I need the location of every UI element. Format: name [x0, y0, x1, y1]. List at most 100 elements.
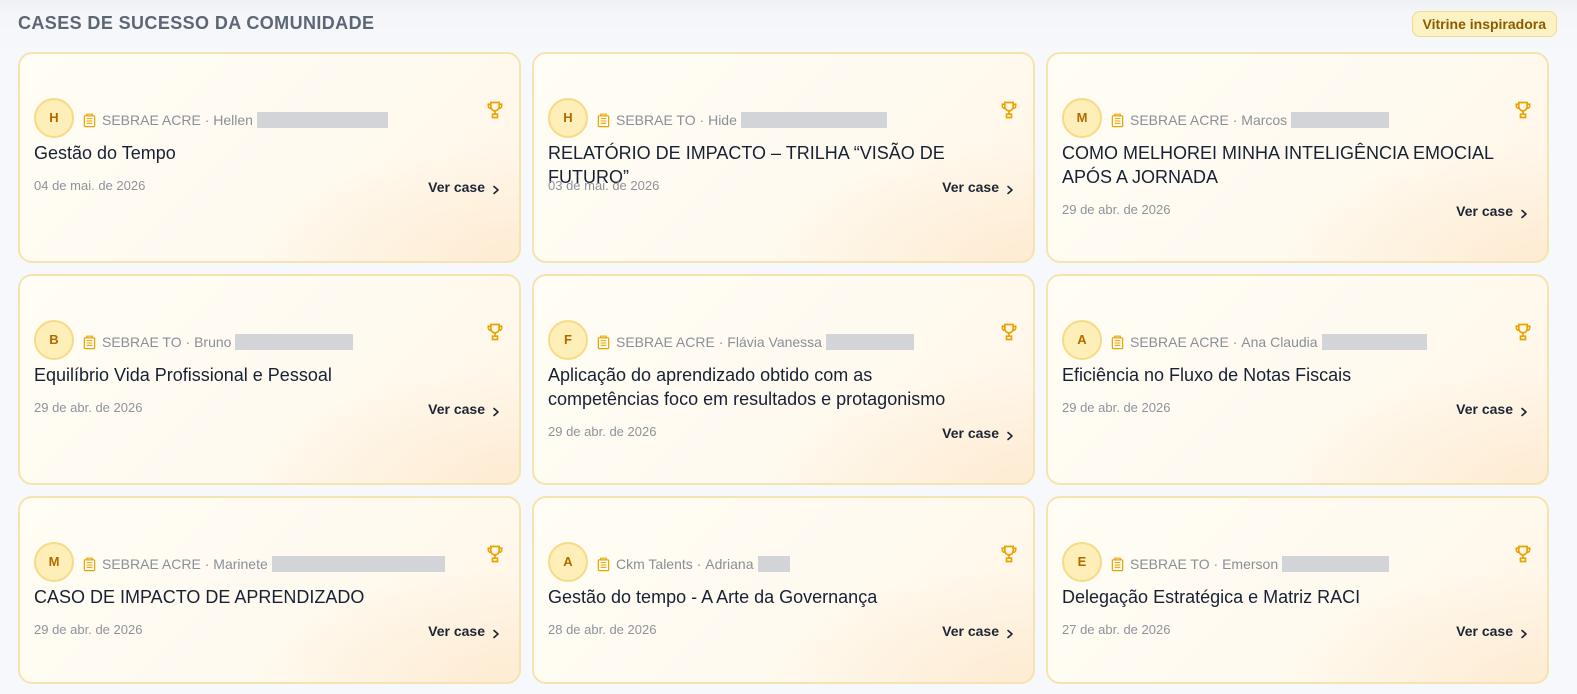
- view-case-label: Ver case: [942, 425, 999, 441]
- view-case-link[interactable]: Ver case: [428, 401, 501, 417]
- author-name: Marcos: [1241, 112, 1288, 128]
- view-case-link[interactable]: Ver case: [942, 425, 1015, 441]
- case-meta: SEBRAE TO · Bruno: [82, 333, 354, 351]
- meta-separator: ·: [1209, 556, 1223, 572]
- case-meta: SEBRAE ACRE · Marcos: [1110, 111, 1390, 129]
- redacted-surname: [271, 556, 445, 572]
- building-icon: [596, 113, 611, 128]
- chevron-right-icon: [491, 182, 501, 195]
- building-icon: [82, 113, 97, 128]
- avatar: F: [548, 320, 588, 360]
- trophy-icon: [999, 322, 1019, 342]
- meta-separator: ·: [714, 334, 728, 350]
- redacted-surname: [235, 334, 354, 350]
- case-title[interactable]: CASO DE IMPACTO DE APRENDIZADO: [34, 585, 474, 609]
- org-name: SEBRAE ACRE: [102, 112, 201, 128]
- view-case-label: Ver case: [428, 179, 485, 195]
- view-case-label: Ver case: [428, 401, 485, 417]
- chevron-right-icon: [1005, 182, 1015, 195]
- case-title[interactable]: Delegação Estratégica e Matriz RACI: [1062, 585, 1502, 609]
- avatar: B: [34, 320, 74, 360]
- case-card[interactable]: M SEBRAE ACRE · Marinete CASO DE IMPACTO D…: [18, 496, 521, 684]
- author-name: Ana Claudia: [1241, 334, 1318, 350]
- meta-separator: ·: [200, 112, 214, 128]
- case-meta: SEBRAE TO · Emerson: [1110, 555, 1390, 573]
- case-date: 28 de abr. de 2026: [548, 622, 657, 637]
- case-card[interactable]: F SEBRAE ACRE · Flávia Vanessa Aplicação d…: [532, 274, 1035, 485]
- case-card[interactable]: E SEBRAE TO · Emerson Delegação Estratégic…: [1046, 496, 1549, 684]
- case-title[interactable]: Equilíbrio Vida Profissional e Pessoal: [34, 363, 474, 387]
- org-name: SEBRAE TO: [616, 112, 696, 128]
- redacted-surname: [1291, 112, 1390, 128]
- building-icon: [82, 557, 97, 572]
- case-meta: SEBRAE ACRE · Ana Claudia: [1110, 333, 1427, 351]
- avatar: A: [548, 542, 588, 582]
- case-card[interactable]: A SEBRAE ACRE · Ana Claudia Eficiência no …: [1046, 274, 1549, 485]
- view-case-link[interactable]: Ver case: [942, 623, 1015, 639]
- case-card[interactable]: B SEBRAE TO · Bruno Equilíbrio Vida Profis…: [18, 274, 521, 485]
- case-date: 29 de abr. de 2026: [34, 622, 143, 637]
- org-name: SEBRAE ACRE: [1130, 112, 1229, 128]
- case-card[interactable]: M SEBRAE ACRE · Marcos COMO MELHOREI MINHA…: [1046, 52, 1549, 263]
- building-icon: [1110, 557, 1125, 572]
- trophy-icon: [1513, 322, 1533, 342]
- case-title[interactable]: Gestão do tempo - A Arte da Governança: [548, 585, 988, 609]
- trophy-icon: [485, 544, 505, 564]
- avatar: E: [1062, 542, 1102, 582]
- chevron-right-icon: [1005, 626, 1015, 639]
- avatar: H: [548, 98, 588, 138]
- view-case-label: Ver case: [428, 623, 485, 639]
- building-icon: [82, 335, 97, 350]
- case-card[interactable]: H SEBRAE ACRE · Hellen Gestão do Tempo 04 d…: [18, 52, 521, 263]
- case-meta: SEBRAE ACRE · Hellen: [82, 111, 388, 129]
- trophy-icon: [999, 100, 1019, 120]
- org-name: SEBRAE ACRE: [616, 334, 715, 350]
- meta-separator: ·: [1228, 334, 1242, 350]
- org-name: SEBRAE TO: [102, 334, 182, 350]
- case-date: 29 de abr. de 2026: [1062, 400, 1171, 415]
- case-title[interactable]: Gestão do Tempo: [34, 141, 474, 165]
- org-name: Ckm Talents: [616, 556, 693, 572]
- view-case-label: Ver case: [1456, 401, 1513, 417]
- case-date: 29 de abr. de 2026: [1062, 202, 1171, 217]
- view-case-label: Ver case: [942, 179, 999, 195]
- case-meta: Ckm Talents · Adriana: [596, 555, 790, 573]
- author-name: Flávia Vanessa: [727, 334, 822, 350]
- cases-grid: H SEBRAE ACRE · Hellen Gestão do Tempo 04 d…: [18, 52, 1549, 684]
- redacted-surname: [825, 334, 914, 350]
- view-case-link[interactable]: Ver case: [1456, 203, 1529, 219]
- meta-separator: ·: [181, 334, 195, 350]
- section-header: CASES DE SUCESSO DA COMUNIDADE Vitrine i…: [0, 0, 1577, 50]
- case-meta: SEBRAE ACRE · Marinete: [82, 555, 445, 573]
- meta-separator: ·: [200, 556, 214, 572]
- case-meta: SEBRAE ACRE · Flávia Vanessa: [596, 333, 914, 351]
- chevron-right-icon: [1519, 404, 1529, 417]
- avatar: M: [1062, 98, 1102, 138]
- author-name: Hide: [708, 112, 737, 128]
- author-name: Emerson: [1222, 556, 1279, 572]
- view-case-link[interactable]: Ver case: [1456, 623, 1529, 639]
- org-name: SEBRAE ACRE: [102, 556, 201, 572]
- meta-separator: ·: [692, 556, 706, 572]
- view-case-link[interactable]: Ver case: [942, 179, 1015, 195]
- redacted-surname: [1321, 334, 1427, 350]
- case-title[interactable]: Aplicação do aprendizado obtido com as c…: [548, 363, 988, 411]
- case-title[interactable]: Eficiência no Fluxo de Notas Fiscais: [1062, 363, 1502, 387]
- redacted-surname: [256, 112, 388, 128]
- building-icon: [596, 557, 611, 572]
- building-icon: [1110, 113, 1125, 128]
- author-name: Hellen: [213, 112, 253, 128]
- case-card[interactable]: A Ckm Talents · Adriana Gestão do tempo - …: [532, 496, 1035, 684]
- case-title[interactable]: COMO MELHOREI MINHA INTELIGÊNCIA EMOCIAL…: [1062, 141, 1502, 189]
- avatar: M: [34, 542, 74, 582]
- showcase-badge: Vitrine inspiradora: [1411, 11, 1557, 37]
- redacted-surname: [1282, 556, 1390, 572]
- view-case-link[interactable]: Ver case: [428, 179, 501, 195]
- case-date: 29 de abr. de 2026: [34, 400, 143, 415]
- trophy-icon: [485, 100, 505, 120]
- case-card[interactable]: H SEBRAE TO · Hide RELATÓRIO DE IMPACTO – …: [532, 52, 1035, 263]
- view-case-link[interactable]: Ver case: [1456, 401, 1529, 417]
- chevron-right-icon: [1519, 626, 1529, 639]
- view-case-link[interactable]: Ver case: [428, 623, 501, 639]
- trophy-icon: [1513, 544, 1533, 564]
